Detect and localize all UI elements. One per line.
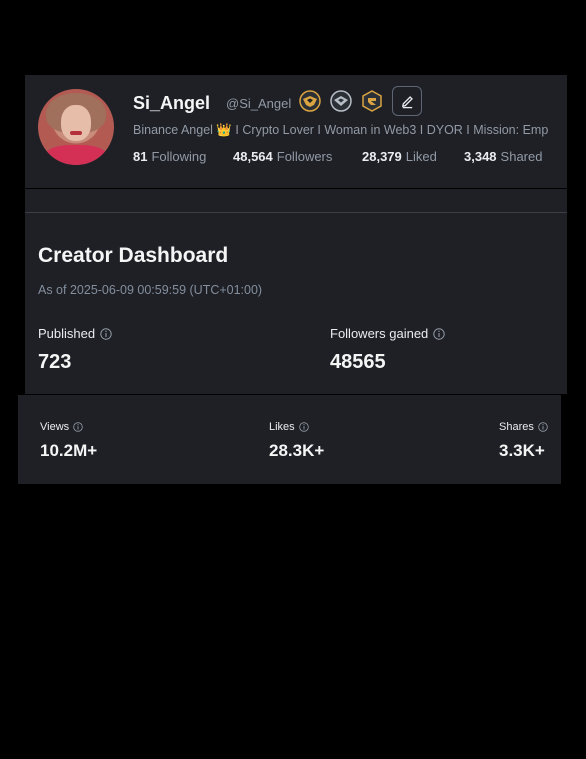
info-icon[interactable]: [298, 422, 309, 432]
shared-label: Shared: [500, 149, 543, 164]
profile-bio: Binance Angel 👑 I Crypto Lover I Woman i…: [133, 123, 549, 137]
likes-value: 28.3K+: [269, 441, 325, 460]
creator-dashboard: Creator Dashboard As of 2025-06-09 00:59…: [25, 189, 567, 394]
views-label: Views: [40, 421, 70, 433]
pencil-icon: [401, 95, 413, 108]
followers-gained-metric-label: Followers gained: [330, 326, 445, 341]
published-label: Published: [38, 326, 96, 341]
info-icon[interactable]: [73, 422, 83, 432]
liked-stat: 28,379 Liked: [362, 149, 437, 164]
following-stat[interactable]: 81 Following: [133, 149, 206, 164]
published-value: 723: [38, 351, 72, 373]
likes-label: Likes: [269, 421, 295, 433]
shares-label: Shares: [499, 421, 534, 433]
page: Si_Angel @Si_Angel Binance Angel 👑 I Cry…: [0, 0, 586, 759]
shares-metric-label: Shares: [499, 421, 548, 433]
followers-count: 48,564: [233, 149, 273, 164]
divider: [25, 212, 567, 213]
following-label: Following: [151, 149, 207, 164]
shares-value: 3.3K+: [499, 441, 545, 460]
views-metric-label: Views: [40, 421, 83, 433]
published-metric-label: Published: [38, 326, 112, 341]
dashboard-title: Creator Dashboard: [38, 244, 229, 267]
binance-angel-badge-icon[interactable]: [299, 90, 321, 112]
profile-handle: @Si_Angel: [226, 96, 292, 111]
dashboard-timestamp: As of 2025-06-09 00:59:59 (UTC+01:00): [38, 283, 263, 297]
following-count: 81: [133, 149, 148, 164]
info-icon[interactable]: [100, 327, 112, 340]
likes-metric-label: Likes: [269, 421, 309, 433]
shield-badge-icon[interactable]: [330, 90, 352, 112]
followers-gained-value: 48565: [330, 351, 386, 373]
liked-count: 28,379: [362, 149, 402, 164]
engagement-stats-strip: Views 10.2M+ Likes 28.3K+ Shares 3.3K+: [18, 395, 561, 484]
gold-badge-icon[interactable]: [361, 90, 383, 112]
shared-count: 3,348: [464, 149, 497, 164]
liked-label: Liked: [405, 149, 437, 164]
profile-name: Si_Angel: [133, 93, 211, 113]
edit-profile-button[interactable]: [392, 86, 422, 116]
followers-label: Followers: [276, 149, 333, 164]
followers-stat[interactable]: 48,564 Followers: [233, 149, 332, 164]
views-value: 10.2M+: [40, 441, 98, 460]
info-icon[interactable]: [538, 422, 548, 432]
profile-card: Si_Angel @Si_Angel Binance Angel 👑 I Cry…: [25, 75, 567, 188]
shared-stat: 3,348 Shared: [464, 149, 542, 164]
info-icon[interactable]: [433, 327, 445, 340]
avatar[interactable]: [38, 89, 114, 165]
followers-gained-label: Followers gained: [330, 326, 429, 341]
